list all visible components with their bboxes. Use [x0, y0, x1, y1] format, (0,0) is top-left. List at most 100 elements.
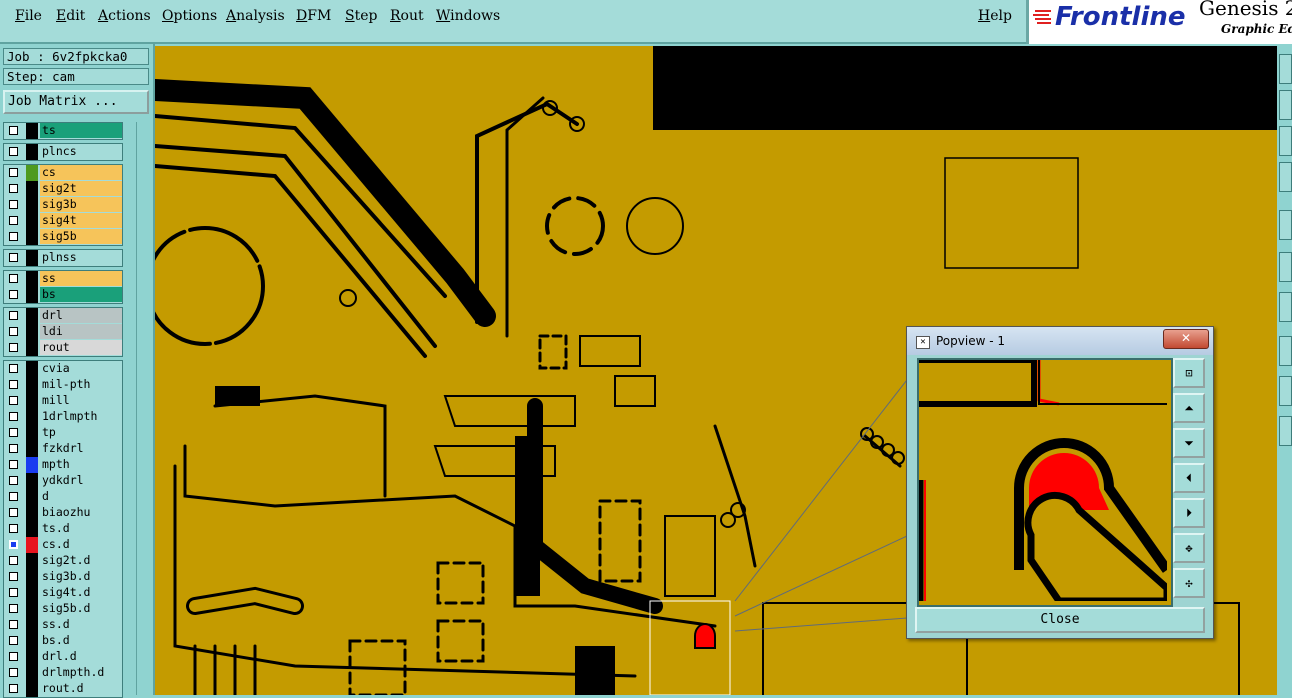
tool-button-7[interactable]	[1279, 292, 1292, 322]
tool-button-4[interactable]	[1279, 162, 1292, 192]
layer-row-ss.d[interactable]: ss.d	[4, 617, 122, 633]
layer-name[interactable]: sig4t	[40, 213, 122, 228]
layer-color-swatch[interactable]	[26, 521, 38, 537]
layer-color-swatch[interactable]	[26, 553, 38, 569]
layer-name[interactable]: drl	[40, 308, 122, 323]
layer-row-sig3b.d[interactable]: sig3b.d	[4, 569, 122, 585]
layer-name[interactable]: bs.d	[40, 633, 122, 648]
layer-checkbox[interactable]	[9, 200, 18, 209]
layer-color-swatch[interactable]	[26, 165, 38, 181]
layer-name[interactable]: cs	[40, 165, 122, 180]
layer-checkbox[interactable]	[9, 492, 18, 501]
layer-color-swatch[interactable]	[26, 287, 38, 303]
menu-file[interactable]: File	[15, 8, 42, 24]
layer-row-plnss[interactable]: plnss	[4, 250, 122, 266]
layer-name[interactable]: rout.d	[40, 681, 122, 696]
layer-row-mpth[interactable]: mpth	[4, 457, 122, 473]
layer-color-swatch[interactable]	[26, 665, 38, 681]
layer-name[interactable]: plnss	[40, 250, 122, 265]
menu-edit[interactable]: Edit	[56, 8, 85, 24]
layer-color-swatch[interactable]	[26, 505, 38, 521]
layer-row-cvia[interactable]: cvia	[4, 361, 122, 377]
popview-zoom-in-button[interactable]: ✥	[1173, 533, 1205, 563]
layer-list-scrollbar[interactable]	[136, 122, 151, 695]
layer-checkbox[interactable]	[9, 652, 18, 661]
layer-name[interactable]: sig4t.d	[40, 585, 122, 600]
layer-checkbox[interactable]	[9, 168, 18, 177]
popview-titlebar[interactable]: ✕ Popview - 1 ✕	[907, 327, 1213, 355]
layer-checkbox[interactable]	[9, 508, 18, 517]
layer-color-swatch[interactable]	[26, 441, 38, 457]
layer-row-drl[interactable]: drl	[4, 308, 122, 324]
layer-color-swatch[interactable]	[26, 473, 38, 489]
layer-checkbox[interactable]	[9, 460, 18, 469]
layer-row-sig4t.d[interactable]: sig4t.d	[4, 585, 122, 601]
menu-dfm[interactable]: DFM	[296, 8, 331, 24]
layer-color-swatch[interactable]	[26, 633, 38, 649]
layer-color-swatch[interactable]	[26, 361, 38, 377]
layer-row-sig4t[interactable]: sig4t	[4, 213, 122, 229]
layer-row-ldi[interactable]: ldi	[4, 324, 122, 340]
layer-row-bs[interactable]: bs	[4, 287, 122, 303]
layer-name[interactable]: mil-pth	[40, 377, 122, 392]
layer-checkbox[interactable]	[9, 604, 18, 613]
tool-button-2[interactable]	[1279, 90, 1292, 120]
layer-checkbox[interactable]	[9, 253, 18, 262]
layer-checkbox[interactable]	[9, 311, 18, 320]
layer-color-swatch[interactable]	[26, 601, 38, 617]
layer-checkbox[interactable]	[9, 216, 18, 225]
layer-checkbox[interactable]	[9, 684, 18, 693]
layer-row-ydkdrl[interactable]: ydkdrl	[4, 473, 122, 489]
layer-checkbox[interactable]	[9, 412, 18, 421]
layer-checkbox[interactable]	[9, 364, 18, 373]
layer-name[interactable]: ss	[40, 271, 122, 286]
layer-name[interactable]: cvia	[40, 361, 122, 376]
layer-name[interactable]: bs	[40, 287, 122, 302]
layer-name[interactable]: rout	[40, 340, 122, 355]
layer-name[interactable]: ss.d	[40, 617, 122, 632]
layer-checkbox[interactable]	[9, 274, 18, 283]
layer-color-swatch[interactable]	[26, 324, 38, 340]
layer-row-sig5b[interactable]: sig5b	[4, 229, 122, 245]
layer-checkbox[interactable]	[9, 668, 18, 677]
layer-color-swatch[interactable]	[26, 489, 38, 505]
layer-name[interactable]: cs.d	[40, 537, 122, 552]
layer-color-swatch[interactable]	[26, 308, 38, 324]
layer-color-swatch[interactable]	[26, 569, 38, 585]
layer-checkbox[interactable]	[9, 620, 18, 629]
layer-checkbox[interactable]	[9, 444, 18, 453]
popview-pan-down-button[interactable]: ⏷	[1173, 428, 1205, 458]
layer-checkbox[interactable]	[9, 290, 18, 299]
layer-row-cs[interactable]: cs	[4, 165, 122, 181]
layer-color-swatch[interactable]	[26, 197, 38, 213]
layer-row-sig5b.d[interactable]: sig5b.d	[4, 601, 122, 617]
layer-color-swatch[interactable]	[26, 457, 38, 473]
menu-help[interactable]: Help	[978, 8, 1012, 24]
layer-name[interactable]: ts	[40, 123, 122, 138]
layer-row-mil-pth[interactable]: mil-pth	[4, 377, 122, 393]
layer-row-biaozhu[interactable]: biaozhu	[4, 505, 122, 521]
job-matrix-button[interactable]: Job Matrix ...	[3, 90, 149, 114]
layer-checkbox[interactable]	[9, 232, 18, 241]
tool-button-5[interactable]	[1279, 210, 1292, 240]
layer-color-swatch[interactable]	[26, 393, 38, 409]
layer-row-bs.d[interactable]: bs.d	[4, 633, 122, 649]
popview-close-button[interactable]: Close	[915, 607, 1205, 633]
layer-row-tp[interactable]: tp	[4, 425, 122, 441]
layer-row-rout[interactable]: rout	[4, 340, 122, 356]
layer-color-swatch[interactable]	[26, 617, 38, 633]
layer-checkbox[interactable]	[9, 126, 18, 135]
tool-button-10[interactable]	[1279, 416, 1292, 446]
layer-color-swatch[interactable]	[26, 271, 38, 287]
menu-windows[interactable]: Windows	[436, 8, 500, 24]
layer-color-swatch[interactable]	[26, 229, 38, 245]
layer-checkbox[interactable]	[9, 524, 18, 533]
layer-checkbox[interactable]	[9, 636, 18, 645]
layer-name[interactable]: d	[40, 489, 122, 504]
popview-pan-up-button[interactable]: ⏶	[1173, 393, 1205, 423]
popview-zoom-out-button[interactable]: ✣	[1173, 568, 1205, 598]
layer-name[interactable]: biaozhu	[40, 505, 122, 520]
layer-color-swatch[interactable]	[26, 649, 38, 665]
tool-button-9[interactable]	[1279, 376, 1292, 406]
layer-row-ss[interactable]: ss	[4, 271, 122, 287]
